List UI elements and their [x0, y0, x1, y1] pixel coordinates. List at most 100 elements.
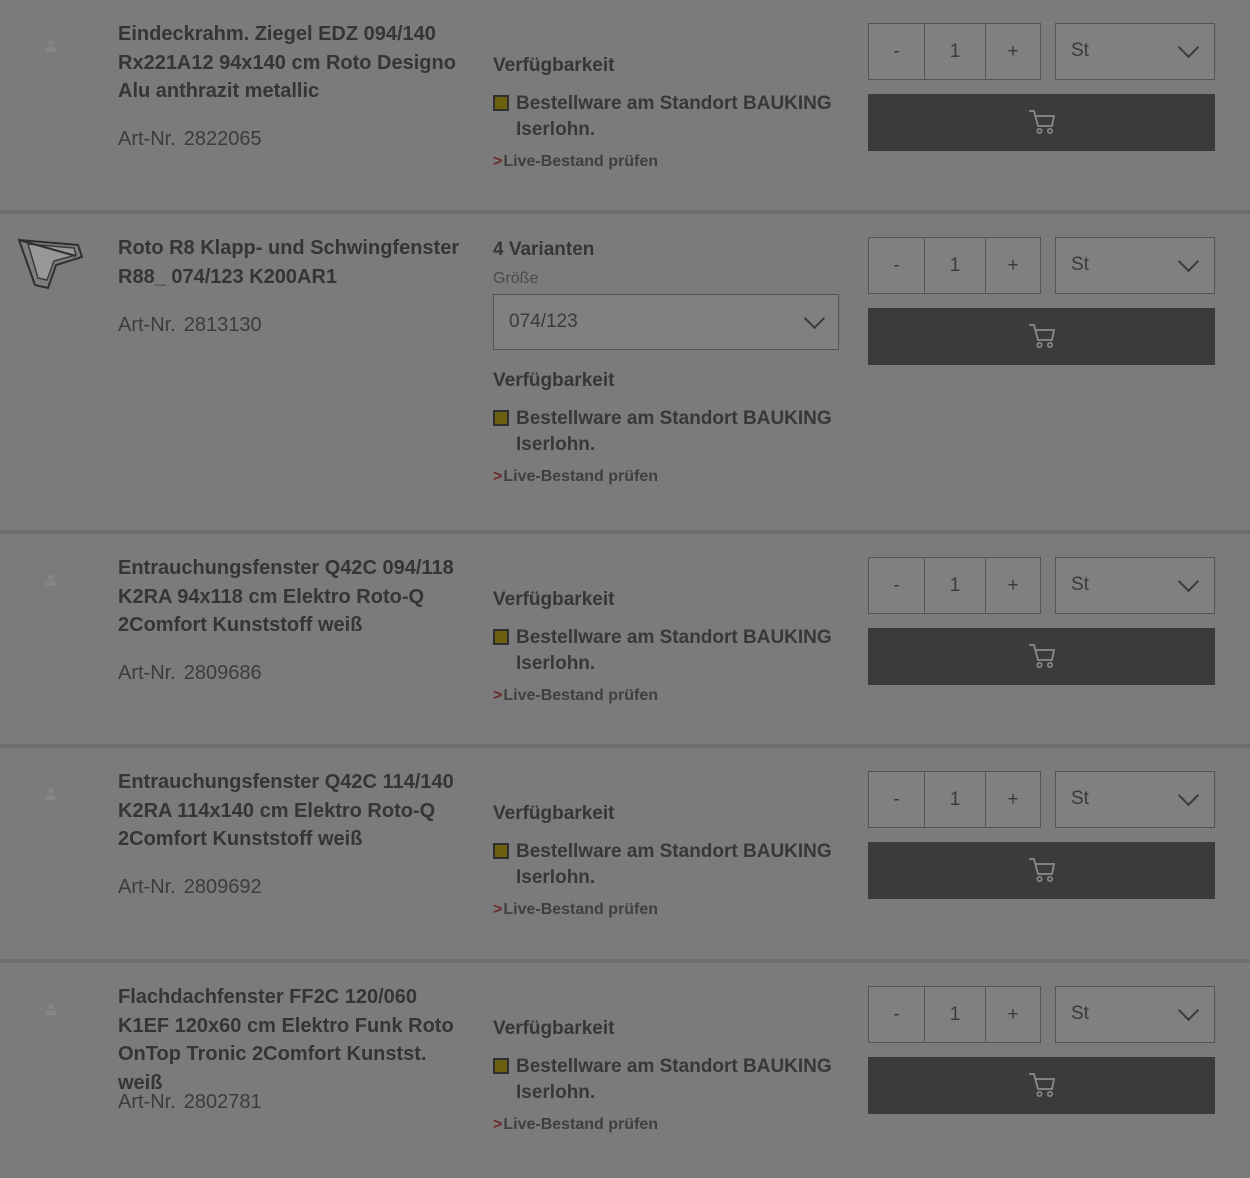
quantity-input[interactable]: 1 — [925, 987, 986, 1042]
add-to-cart-button[interactable] — [868, 628, 1215, 685]
product-row: Roto R8 Klapp- und Schwingfenster R88_ 0… — [0, 214, 1250, 534]
size-select[interactable]: 074/123 — [493, 294, 839, 350]
status-indicator-icon — [493, 843, 509, 859]
cart-icon — [1029, 644, 1056, 668]
article-number-label: Art-Nr. — [118, 314, 176, 336]
article-number-value: 2809686 — [183, 662, 262, 684]
chevron-down-icon — [1177, 250, 1200, 273]
availability-heading: Verfügbarkeit — [493, 55, 615, 76]
article-number-label: Art-Nr. — [118, 1091, 176, 1113]
variant-and-availability: 4 Varianten Größe 074/123 Verfügbarkeit … — [493, 239, 843, 486]
increment-button[interactable]: + — [986, 238, 1040, 293]
product-row: Entrauchungsfenster Q42C 114/140 K2RA 11… — [0, 748, 1250, 963]
article-number: Art-Nr. 2813130 — [118, 314, 262, 337]
product-list: Eindeckrahm. Ziegel EDZ 094/140 Rx221A12… — [0, 0, 1250, 1178]
article-number-label: Art-Nr. — [118, 128, 176, 150]
availability-heading: Verfügbarkeit — [493, 370, 615, 391]
product-title[interactable]: Flachdachfenster FF2C 120/060 K1EF 120x6… — [118, 983, 463, 1097]
article-number-value: 2802781 — [183, 1091, 262, 1113]
availability-heading: Verfügbarkeit — [493, 803, 615, 824]
status-indicator-icon — [493, 410, 509, 426]
availability: Verfügbarkeit Bestellware am Standort BA… — [493, 803, 843, 919]
cart-icon — [1029, 324, 1056, 348]
chevron-down-icon — [1177, 36, 1200, 59]
article-number-value: 2809692 — [183, 876, 262, 898]
increment-button[interactable]: + — [986, 772, 1040, 827]
decrement-button[interactable]: - — [869, 772, 925, 827]
live-stock-link[interactable]: >Live-Bestand prüfen — [493, 153, 843, 171]
quantity-stepper: - 1 + — [868, 237, 1041, 294]
live-stock-link[interactable]: >Live-Bestand prüfen — [493, 901, 843, 919]
increment-button[interactable]: + — [986, 24, 1040, 79]
quantity-input[interactable]: 1 — [925, 558, 986, 613]
product-title[interactable]: Entrauchungsfenster Q42C 114/140 K2RA 11… — [118, 768, 463, 854]
quantity-input[interactable]: 1 — [925, 772, 986, 827]
add-to-cart-button[interactable] — [868, 842, 1215, 899]
product-title[interactable]: Entrauchungsfenster Q42C 094/118 K2RA 94… — [118, 554, 463, 640]
add-to-cart-button[interactable] — [868, 308, 1215, 365]
article-number: Art-Nr. 2809686 — [118, 662, 262, 685]
live-stock-link[interactable]: >Live-Bestand prüfen — [493, 1116, 843, 1134]
status-indicator-icon — [493, 1058, 509, 1074]
chevron-right-icon: > — [493, 468, 503, 485]
increment-button[interactable]: + — [986, 987, 1040, 1042]
product-title[interactable]: Roto R8 Klapp- und Schwingfenster R88_ 0… — [118, 234, 463, 291]
availability-status: Bestellware am Standort BAUKING Iserlohn… — [493, 406, 843, 458]
unit-select[interactable]: St — [1055, 986, 1215, 1043]
placeholder-icon[interactable] — [44, 40, 58, 54]
chevron-down-icon — [1177, 999, 1200, 1022]
unit-value: St — [1071, 1003, 1089, 1024]
quantity-input[interactable]: 1 — [925, 238, 986, 293]
unit-select[interactable]: St — [1055, 237, 1215, 294]
placeholder-icon[interactable] — [44, 574, 58, 588]
product-title[interactable]: Eindeckrahm. Ziegel EDZ 094/140 Rx221A12… — [118, 20, 463, 106]
live-stock-link[interactable]: >Live-Bestand prüfen — [493, 468, 843, 486]
article-number-value: 2813130 — [183, 314, 262, 336]
cart-icon — [1029, 858, 1056, 882]
availability-heading: Verfügbarkeit — [493, 589, 615, 610]
article-number: Art-Nr. 2809692 — [118, 876, 262, 899]
chevron-down-icon — [1177, 570, 1200, 593]
article-number-label: Art-Nr. — [118, 662, 176, 684]
roof-window-icon[interactable] — [16, 236, 88, 296]
add-to-cart-button[interactable] — [868, 94, 1215, 151]
placeholder-icon[interactable] — [44, 1003, 58, 1017]
decrement-button[interactable]: - — [869, 238, 925, 293]
unit-value: St — [1071, 574, 1089, 595]
decrement-button[interactable]: - — [869, 987, 925, 1042]
chevron-right-icon: > — [493, 153, 503, 170]
availability-heading: Verfügbarkeit — [493, 1018, 615, 1039]
product-row: Eindeckrahm. Ziegel EDZ 094/140 Rx221A12… — [0, 0, 1250, 214]
availability-status: Bestellware am Standort BAUKING Iserlohn… — [493, 1054, 843, 1106]
unit-select[interactable]: St — [1055, 557, 1215, 614]
quantity-stepper: - 1 + — [868, 986, 1041, 1043]
decrement-button[interactable]: - — [869, 24, 925, 79]
unit-select[interactable]: St — [1055, 23, 1215, 80]
article-number-label: Art-Nr. — [118, 876, 176, 898]
live-stock-link[interactable]: >Live-Bestand prüfen — [493, 687, 843, 705]
availability-status: Bestellware am Standort BAUKING Iserlohn… — [493, 625, 843, 677]
increment-button[interactable]: + — [986, 558, 1040, 613]
status-indicator-icon — [493, 95, 509, 111]
decrement-button[interactable]: - — [869, 558, 925, 613]
cart-icon — [1029, 110, 1056, 134]
chevron-right-icon: > — [493, 1116, 503, 1133]
add-to-cart-button[interactable] — [868, 1057, 1215, 1114]
quantity-stepper: - 1 + — [868, 771, 1041, 828]
availability: Verfügbarkeit Bestellware am Standort BA… — [493, 1018, 843, 1134]
quantity-input[interactable]: 1 — [925, 24, 986, 79]
availability-status: Bestellware am Standort BAUKING Iserlohn… — [493, 91, 843, 143]
chevron-down-icon — [1177, 784, 1200, 807]
availability-status: Bestellware am Standort BAUKING Iserlohn… — [493, 839, 843, 891]
placeholder-icon[interactable] — [44, 788, 58, 802]
chevron-right-icon: > — [493, 687, 503, 704]
article-number: Art-Nr. 2822065 — [118, 128, 262, 151]
availability: Verfügbarkeit Bestellware am Standort BA… — [493, 589, 843, 705]
unit-select[interactable]: St — [1055, 771, 1215, 828]
chevron-down-icon — [803, 307, 826, 330]
variant-count: 4 Varianten — [493, 239, 595, 260]
unit-value: St — [1071, 254, 1089, 275]
article-number: Art-Nr. 2802781 — [118, 1091, 262, 1114]
size-value: 074/123 — [509, 311, 578, 332]
quantity-stepper: - 1 + — [868, 23, 1041, 80]
